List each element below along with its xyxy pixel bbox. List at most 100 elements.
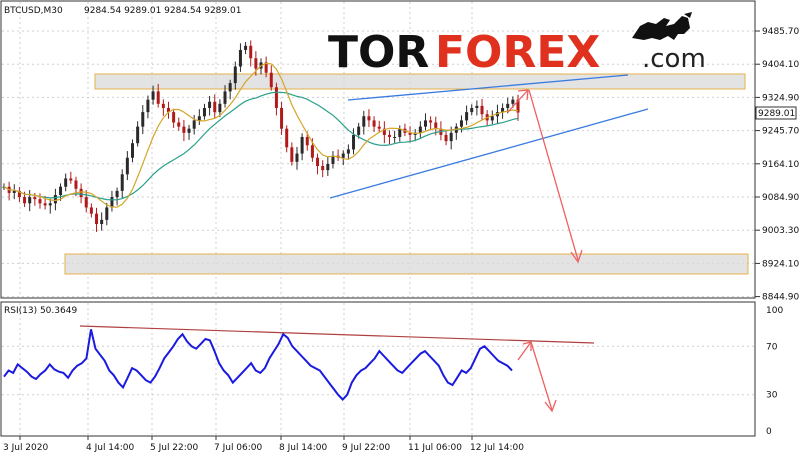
price-axis-label: 9485.70 bbox=[762, 27, 799, 37]
candle-body bbox=[280, 107, 284, 129]
logo-text-forex: FOREX bbox=[435, 27, 600, 78]
candle-body bbox=[105, 207, 109, 220]
candle-body bbox=[475, 105, 479, 108]
candle-body bbox=[388, 134, 391, 137]
candle-body bbox=[213, 101, 217, 113]
chart-canvas: 9289.01 9485.70 9404.10 9324.90 9245.70 9164… bbox=[0, 0, 799, 453]
candle-body bbox=[33, 197, 37, 200]
candle-body bbox=[346, 149, 350, 154]
candle-body bbox=[146, 99, 150, 113]
candle-body bbox=[372, 120, 376, 127]
candle-body bbox=[290, 147, 294, 162]
candle-body bbox=[305, 136, 309, 146]
candle-body bbox=[89, 207, 93, 214]
candle-body bbox=[244, 45, 248, 50]
candle-body bbox=[156, 91, 160, 104]
support-zone bbox=[64, 253, 749, 275]
candle-body bbox=[465, 112, 469, 121]
candle-body bbox=[100, 219, 104, 225]
candle-body bbox=[28, 197, 32, 204]
candle-body bbox=[69, 178, 73, 181]
price-axis-label: 9084.90 bbox=[762, 193, 799, 203]
rsi-panel bbox=[0, 301, 756, 437]
candle-body bbox=[274, 87, 278, 108]
price-axis-label: 8924.10 bbox=[762, 259, 799, 269]
candle-body bbox=[367, 116, 371, 121]
time-axis-label: 12 Jul 14:00 bbox=[470, 443, 524, 453]
candle-body bbox=[23, 197, 27, 204]
candle-body bbox=[295, 153, 299, 162]
candle-body bbox=[459, 120, 463, 127]
candle-body bbox=[429, 120, 433, 123]
candle-body bbox=[316, 157, 320, 166]
candle-body bbox=[187, 128, 191, 133]
candle-body bbox=[161, 103, 165, 108]
rsi-axis-label: 0 bbox=[766, 427, 772, 437]
candle-body bbox=[120, 174, 124, 191]
candle-body bbox=[182, 126, 186, 133]
candle-body bbox=[362, 116, 366, 127]
candle-body bbox=[208, 101, 212, 108]
candle-body bbox=[64, 178, 68, 187]
rsi-axis-label: 100 bbox=[766, 306, 783, 316]
candle-body bbox=[141, 112, 145, 127]
candle-body bbox=[74, 180, 78, 189]
time-axis-label: 7 Jul 06:00 bbox=[214, 443, 263, 453]
time-axis-label: 4 Jul 14:00 bbox=[86, 443, 135, 453]
candle-body bbox=[398, 128, 402, 137]
candle-body bbox=[326, 163, 330, 171]
time-axis-label: 9 Jul 22:00 bbox=[342, 443, 391, 453]
candle-body bbox=[321, 165, 325, 171]
candle-body bbox=[79, 188, 83, 198]
price-axis-label: 9003.30 bbox=[762, 226, 799, 236]
candle-body bbox=[418, 126, 422, 133]
candle-body bbox=[233, 66, 237, 84]
chart-ohlc-label: 9284.54 9289.01 9284.54 9289.01 bbox=[84, 6, 241, 16]
candle-body bbox=[490, 116, 494, 121]
candle-body bbox=[43, 203, 47, 206]
candle-body bbox=[125, 157, 129, 175]
candle-body bbox=[136, 126, 140, 144]
candle-body bbox=[218, 103, 222, 113]
time-axis: 3 Jul 2020 4 Jul 14:00 5 Jul 22:00 7 Jul 06… bbox=[3, 436, 524, 453]
price-axis-label: 9164.10 bbox=[762, 160, 799, 170]
candle-body bbox=[393, 136, 397, 138]
current-price-label: 9289.01 bbox=[758, 109, 795, 119]
logo-text-com: .com bbox=[642, 44, 706, 74]
price-axis-label: 9324.90 bbox=[762, 93, 799, 103]
price-axis-label: 9404.10 bbox=[762, 60, 799, 70]
candle-body bbox=[95, 213, 99, 225]
logo-text-tor: TOR bbox=[328, 27, 429, 78]
candle-body bbox=[254, 58, 258, 69]
candle-body bbox=[249, 45, 253, 59]
candle-body bbox=[172, 112, 176, 123]
candle-body bbox=[115, 190, 119, 198]
candle-body bbox=[449, 132, 453, 142]
candle-body bbox=[434, 122, 438, 129]
price-axis-label: 8844.90 bbox=[762, 293, 799, 303]
candle-body bbox=[202, 107, 206, 117]
candle-body bbox=[177, 122, 181, 127]
time-axis-label: 5 Jul 22:00 bbox=[150, 443, 199, 453]
candle-body bbox=[84, 197, 88, 208]
time-axis-label: 3 Jul 2020 bbox=[3, 443, 48, 453]
rsi-axis: 100 70 30 0 bbox=[766, 306, 783, 437]
candle-body bbox=[285, 128, 289, 148]
time-axis-label: 8 Jul 14:00 bbox=[279, 443, 328, 453]
candle-body bbox=[38, 199, 42, 204]
candle-body bbox=[48, 203, 52, 206]
candle-body bbox=[480, 105, 484, 115]
candle-body bbox=[197, 116, 201, 121]
candle-body bbox=[506, 103, 510, 108]
candle-body bbox=[269, 72, 273, 88]
candle-body bbox=[377, 126, 381, 129]
candle-body bbox=[470, 107, 474, 113]
candle-body bbox=[352, 134, 356, 150]
candle-body bbox=[238, 49, 242, 67]
chart-symbol-label: BTCUSD,M30 bbox=[4, 6, 63, 16]
rsi-indicator-label: RSI(13) 50.3649 bbox=[4, 306, 77, 316]
candle-body bbox=[341, 153, 345, 158]
candle-body bbox=[59, 186, 63, 196]
candle-body bbox=[223, 91, 227, 104]
candle-body bbox=[444, 134, 448, 142]
